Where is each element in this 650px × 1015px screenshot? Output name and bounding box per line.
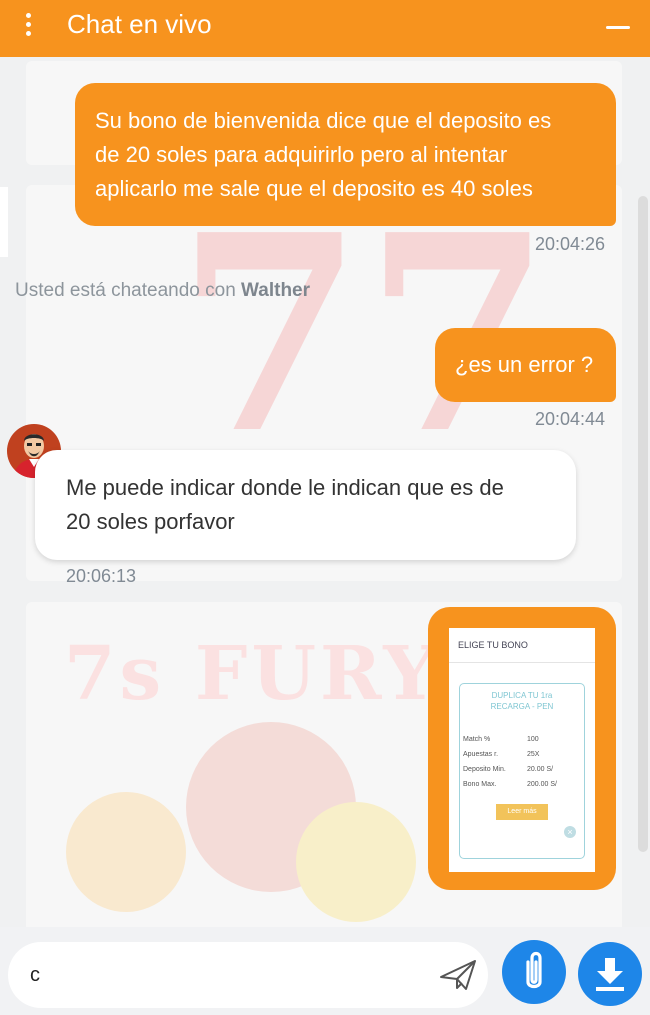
agent-connected-notice: Usted está chateando con Walther xyxy=(15,280,310,302)
menu-dots-icon[interactable] xyxy=(22,10,34,46)
bonus-card-title: RECARGA - PEN xyxy=(490,702,554,711)
chat-title: Chat en vivo xyxy=(67,9,212,39)
message-timestamp: 20:04:44 xyxy=(535,409,606,429)
message-line: aplicarlo me sale que el deposito es 40 … xyxy=(95,176,533,201)
outgoing-message: ¿es un error ? xyxy=(435,328,616,402)
bg-game-title: 7s FURY xyxy=(64,631,441,717)
incoming-message: Me puede indicar donde le indican que es… xyxy=(35,450,576,560)
bonus-row-value: 20.00 S/ xyxy=(527,766,554,773)
bonus-row-value: 25X xyxy=(527,751,540,758)
bonus-close-icon: × xyxy=(564,826,576,838)
outgoing-message: Su bono de bienvenida dice que el deposi… xyxy=(75,83,616,226)
send-icon[interactable] xyxy=(438,957,478,993)
message-input-wrapper[interactable]: c xyxy=(8,942,488,1008)
attach-file-button[interactable] xyxy=(502,940,566,1004)
bg-orange xyxy=(66,792,186,912)
attachment-heading: ELIGE TU BONO xyxy=(458,640,528,650)
chat-header: Chat en vivo xyxy=(0,0,650,57)
bonus-row-label: Bono Max. xyxy=(463,781,497,788)
bonus-row-label: Apuestas r. xyxy=(463,751,499,758)
message-line: de 20 soles para adquirirlo pero al inte… xyxy=(95,142,508,167)
message-line: 20 soles porfavor xyxy=(66,509,235,534)
bonus-card: DUPLICA TU 1ra RECARGA - PEN Match % Apu… xyxy=(459,683,585,859)
bonus-card-title: DUPLICA TU 1ra xyxy=(491,691,553,700)
notice-text: Usted está chateando con xyxy=(15,280,236,301)
bonus-row-value: 100 xyxy=(527,736,539,743)
chat-scrollbar[interactable] xyxy=(638,196,648,852)
minimize-icon[interactable] xyxy=(604,10,632,42)
message-line: Su bono de bienvenida dice que el deposi… xyxy=(95,108,552,133)
attachment-screenshot[interactable]: ELIGE TU BONO DUPLICA TU 1ra RECARGA - P… xyxy=(449,628,595,872)
message-line: ¿es un error ? xyxy=(455,352,594,377)
message-line: Me puede indicar donde le indican que es… xyxy=(66,475,504,500)
download-icon xyxy=(596,958,624,991)
paperclip-icon xyxy=(526,951,542,989)
download-transcript-button[interactable] xyxy=(578,942,642,1006)
bonus-row-label: Match % xyxy=(463,736,491,743)
message-timestamp: 20:06:13 xyxy=(66,566,137,586)
message-timestamp: 20:04:26 xyxy=(535,234,606,254)
bonus-read-more-button: Leer más xyxy=(496,804,548,820)
bg-lemon xyxy=(296,802,416,922)
message-input[interactable]: c xyxy=(30,959,420,991)
bonus-row-label: Deposito Min. xyxy=(463,766,506,773)
agent-name: Walther xyxy=(241,280,311,301)
bonus-row-value: 200.00 S/ xyxy=(527,781,557,788)
image-attachment-message[interactable]: ELIGE TU BONO DUPLICA TU 1ra RECARGA - P… xyxy=(428,607,616,890)
